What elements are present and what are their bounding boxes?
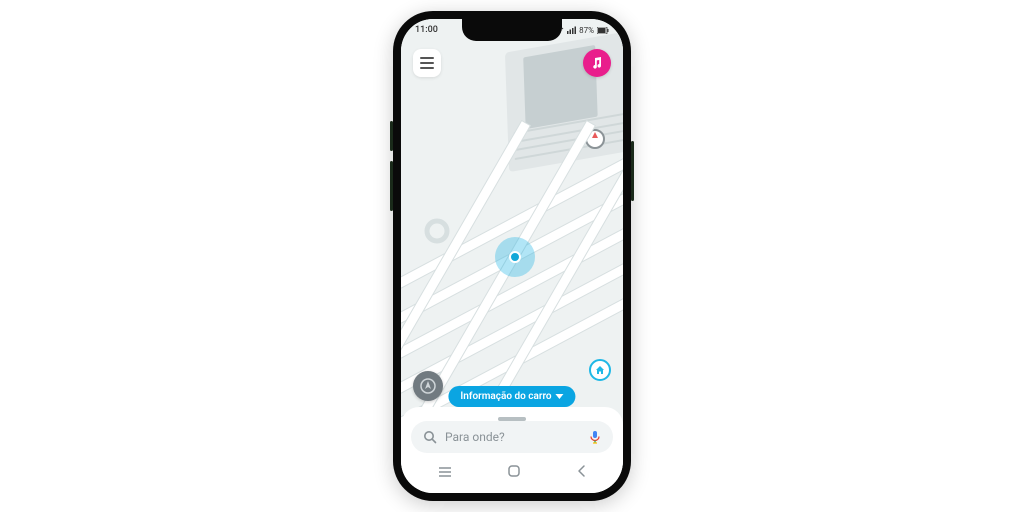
voice-search-icon[interactable]	[589, 430, 601, 444]
volume-down-hw	[390, 161, 393, 211]
nav-home-button[interactable]	[507, 463, 521, 482]
car-info-label: Informação do carro	[460, 391, 551, 402]
search-bar[interactable]: Para onde?	[411, 421, 613, 453]
music-note-icon	[590, 56, 604, 70]
volume-up-hw	[390, 121, 393, 151]
screen: 11:00 87%	[401, 19, 623, 493]
status-time: 11:00	[415, 25, 438, 35]
android-navbar	[411, 459, 613, 485]
battery-pct: 87%	[579, 26, 594, 35]
search-icon	[423, 430, 437, 444]
power-hw	[631, 141, 634, 201]
home-shortcut-button[interactable]	[589, 359, 611, 381]
battery-icon	[597, 27, 609, 34]
menu-button[interactable]	[413, 49, 441, 77]
notch	[462, 19, 562, 41]
car-info-pill[interactable]: Informação do carro	[448, 386, 575, 407]
status-right: 87%	[554, 26, 609, 35]
nav-recents-button[interactable]	[438, 463, 452, 482]
music-button[interactable]	[583, 49, 611, 77]
recenter-button[interactable]	[413, 371, 443, 401]
home-icon	[594, 364, 606, 376]
navigation-arrow-icon	[420, 378, 436, 394]
phone-frame: 11:00 87%	[393, 11, 631, 501]
search-placeholder: Para onde?	[445, 430, 581, 444]
hamburger-icon	[420, 57, 434, 59]
bottom-sheet-handle[interactable]	[498, 417, 526, 421]
nav-back-button[interactable]	[576, 463, 586, 482]
signal-icon	[567, 26, 576, 34]
current-location-dot	[509, 251, 521, 263]
